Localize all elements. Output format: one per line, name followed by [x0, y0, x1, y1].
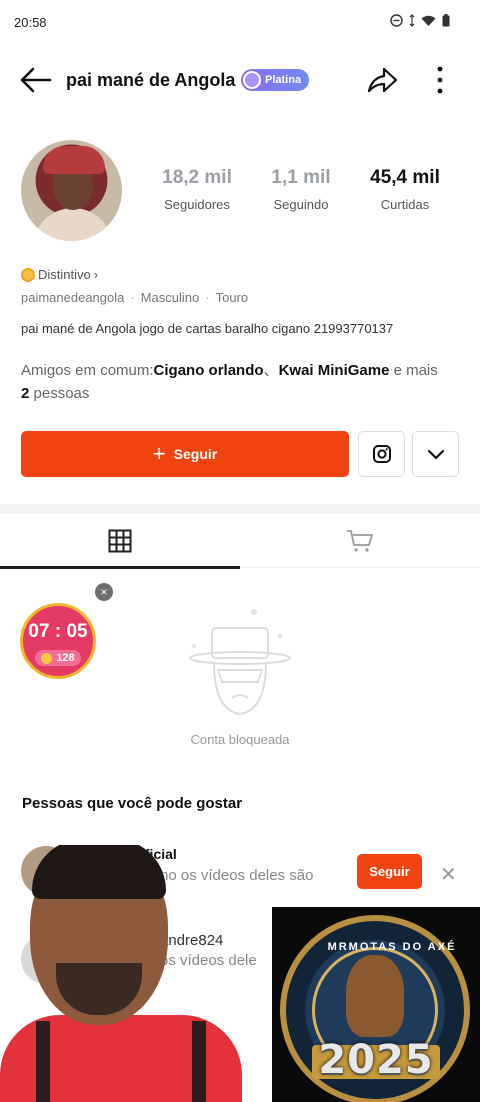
more-vertical-icon [437, 66, 443, 94]
blocked-account-icon [189, 609, 291, 716]
profile-header: pai mané de Angola Platina [0, 52, 480, 108]
chevron-down-icon [427, 449, 444, 460]
meta-separator: · [205, 290, 210, 305]
zodiac-sign: Touro [215, 290, 249, 305]
avatar-body [33, 208, 113, 241]
reward-timer-widget[interactable]: 07 : 05 128 [20, 603, 96, 679]
logo-year: 2025 [318, 1037, 434, 1083]
follow-button[interactable]: + Seguir [21, 431, 349, 477]
logo-mascot [346, 955, 404, 1037]
profile-avatar[interactable] [21, 140, 122, 241]
follow-label: Seguir [173, 446, 218, 462]
distintivo-label: Distintivo [38, 267, 91, 282]
likes-count: 45,4 mil [370, 167, 440, 188]
plus-icon: + [152, 441, 166, 466]
wifi-icon [421, 15, 436, 26]
grid-icon [108, 529, 132, 553]
suggestions-title: Pessoas que você pode gostar [22, 795, 243, 812]
share-button[interactable] [364, 64, 400, 96]
more-options-button[interactable] [428, 64, 452, 96]
back-button[interactable] [18, 64, 54, 96]
facecam-overlay [0, 845, 242, 1102]
mutual-friends[interactable]: Amigos em comum:Cigano orlando、Kwai Mini… [21, 359, 461, 405]
stat-followers[interactable]: 18,2 mil Seguidores [142, 167, 252, 212]
mutual-friends-more: e mais [389, 362, 438, 379]
followers-label: Seguidores [164, 197, 230, 212]
status-icons [390, 14, 450, 27]
instagram-icon [372, 445, 391, 463]
timer-coin-count: 128 [56, 652, 75, 664]
badge-label: Platina [265, 74, 302, 86]
distintivo-link[interactable]: Distintivo › [21, 267, 98, 282]
avatar-cap [43, 146, 105, 174]
tab-grid[interactable] [0, 514, 240, 569]
page-title: pai mané de Angola [66, 70, 236, 90]
tab-shop[interactable] [240, 514, 480, 568]
following-label: Seguindo [273, 197, 329, 212]
timer-countdown: 07 : 05 [28, 621, 88, 642]
facecam-strap [192, 1021, 206, 1102]
suggestion-follow-button[interactable]: Seguir [357, 854, 422, 889]
username: paimanedeangola [21, 290, 125, 305]
logo-text: MRMOTAS DO AXÉ [327, 941, 457, 953]
dnd-icon [390, 14, 403, 27]
channel-logo-overlay: MRMOTAS DO AXÉ 2025 [272, 907, 480, 1102]
mutual-friend-2: Kwai MiniGame [278, 362, 390, 379]
cart-icon [347, 530, 373, 552]
gender: Masculino [140, 290, 200, 305]
profile-bio: pai mané de Angola jogo de cartas baralh… [21, 321, 394, 336]
facecam-strap [36, 1021, 50, 1102]
platinum-badge[interactable]: Platina [241, 69, 310, 91]
profile-meta: paimanedeangola · Masculino · Touro [21, 290, 248, 305]
battery-icon [442, 14, 450, 27]
data-arrows-icon [409, 14, 415, 27]
share-icon [367, 67, 398, 93]
followers-count: 18,2 mil [162, 167, 232, 188]
meta-separator: · [130, 290, 135, 305]
suggestion-dismiss-icon[interactable]: ✕ [440, 862, 457, 887]
status-bar: 20:58 [0, 0, 480, 46]
mutual-friend-separator: 、 [263, 362, 279, 379]
coin-icon [41, 652, 53, 664]
stat-following[interactable]: 1,1 mil Seguindo [246, 167, 356, 212]
facecam-hair [32, 845, 166, 899]
stat-likes: 45,4 mil Curtidas [350, 167, 460, 212]
mutual-friends-suffix: pessoas [29, 385, 90, 402]
instagram-button[interactable] [358, 431, 405, 477]
back-arrow-icon [20, 67, 52, 93]
badge-icon [243, 71, 261, 89]
section-divider [0, 504, 480, 514]
timer-coins: 128 [35, 650, 81, 666]
blocked-account-text: Conta bloqueada [190, 732, 290, 747]
chevron-right-icon: › [93, 267, 99, 282]
tab-active-indicator [0, 566, 240, 569]
content-tabs [0, 514, 480, 569]
mutual-friends-prefix: Amigos em comum: [21, 362, 154, 379]
more-actions-dropdown[interactable] [412, 431, 459, 477]
following-count: 1,1 mil [271, 167, 331, 188]
mutual-friend-1: Cigano orlando [153, 362, 264, 379]
likes-label: Curtidas [380, 197, 430, 212]
status-time: 20:58 [14, 15, 47, 30]
distintivo-icon [21, 267, 35, 282]
timer-close-button[interactable]: × [95, 583, 113, 601]
